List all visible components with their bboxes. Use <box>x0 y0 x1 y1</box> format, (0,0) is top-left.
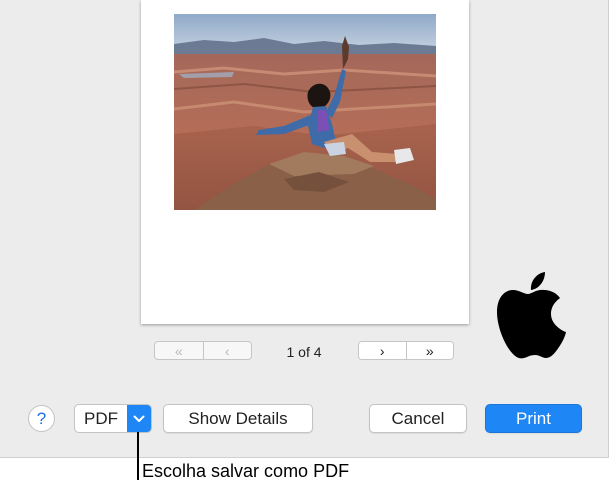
previous-page-button[interactable]: ‹ <box>202 342 252 359</box>
apple-logo-icon <box>495 270 571 360</box>
help-button[interactable]: ? <box>28 405 55 432</box>
show-details-button[interactable]: Show Details <box>163 404 313 433</box>
page-indicator: 1 of 4 <box>286 344 322 360</box>
preview-photo <box>174 14 436 210</box>
cancel-button[interactable]: Cancel <box>369 404 467 433</box>
next-page-button[interactable]: › <box>359 342 406 359</box>
print-dialog: « ‹ 1 of 4 › » ? PDF Show Details Cancel… <box>0 0 609 458</box>
page-preview <box>141 0 469 324</box>
nav-forward-group: › » <box>358 341 454 360</box>
help-label: ? <box>36 408 47 428</box>
pdf-menu-button[interactable]: PDF <box>74 404 152 433</box>
last-page-button[interactable]: » <box>405 342 453 359</box>
pdf-dropdown-arrow[interactable] <box>127 405 151 432</box>
first-page-button[interactable]: « <box>155 342 203 359</box>
callout-line <box>137 432 139 480</box>
nav-back-group: « ‹ <box>154 341 252 360</box>
chevron-down-icon <box>133 415 145 422</box>
print-button[interactable]: Print <box>485 404 582 433</box>
pdf-label: PDF <box>84 408 118 428</box>
callout-text: Escolha salvar como PDF <box>142 461 350 481</box>
